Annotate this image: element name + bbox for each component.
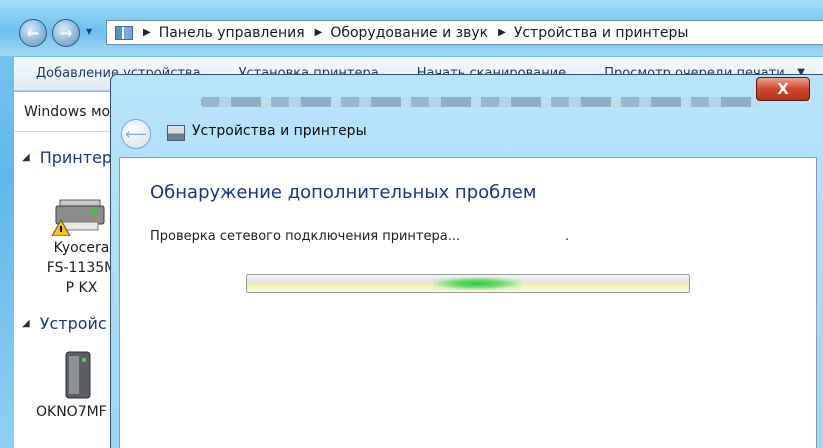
dialog-content-panel: Обнаружение дополнительных проблем Прове… [119, 157, 817, 448]
breadcrumb-label[interactable]: Оборудование и звук [330, 25, 488, 41]
control-panel-icon [115, 25, 133, 40]
progress-indicator [432, 277, 522, 290]
breadcrumb-control-panel[interactable]: ▶ Панель управления [143, 25, 315, 41]
dialog-title-bar[interactable]: X [111, 75, 823, 111]
close-button[interactable]: X [756, 77, 810, 101]
explorer-forward-button[interactable]: → [52, 19, 80, 47]
breadcrumb-arrow-icon[interactable]: ▶ [498, 27, 506, 38]
status-text: Проверка сетевого подключения принтера..… [150, 229, 461, 244]
explorer-title-area: ← → ▼ ▶ Панель управления ▶ Оборудование… [0, 0, 823, 56]
devices-printers-icon [167, 125, 185, 141]
page-title: Обнаружение дополнительных проблем [150, 182, 537, 203]
explorer-back-button[interactable]: ← [19, 19, 47, 47]
breadcrumb-arrow-icon[interactable]: ▶ [143, 27, 151, 38]
status-trailing-dot: . [565, 229, 570, 244]
breadcrumb-arrow-icon[interactable]: ▶ [315, 27, 323, 38]
dialog-back-button[interactable]: ⟵ [121, 119, 151, 149]
blurred-title-text [201, 97, 761, 107]
collapse-arrow-icon[interactable]: ◢ [22, 152, 30, 163]
breadcrumb-label[interactable]: Устройства и принтеры [514, 25, 689, 41]
group-label: Принтер [39, 148, 113, 167]
group-label: Устройс [39, 314, 107, 333]
breadcrumb-hardware-sound[interactable]: ▶ Оборудование и звук [315, 25, 498, 41]
breadcrumb-label[interactable]: Панель управления [159, 25, 305, 41]
printer-warning-icon[interactable] [50, 192, 106, 236]
group-header-printers[interactable]: ◢ Принтер [22, 148, 112, 167]
collapse-arrow-icon[interactable]: ◢ [22, 318, 30, 329]
dialog-app-title: Устройства и принтеры [192, 123, 367, 139]
progress-bar [246, 274, 690, 293]
history-dropdown-icon[interactable]: ▼ [86, 27, 92, 36]
computer-tower-icon[interactable] [58, 350, 98, 400]
address-bar[interactable]: ▶ Панель управления ▶ Оборудование и зву… [106, 20, 823, 45]
breadcrumb-devices-printers[interactable]: ▶ Устройства и принтеры [498, 25, 698, 41]
group-header-devices[interactable]: ◢ Устройс [22, 314, 107, 333]
troubleshooter-dialog: X ⟵ Устройства и принтеры Обнаружение до… [110, 74, 823, 448]
windows-mobile-item[interactable]: Windows мо [14, 92, 124, 132]
